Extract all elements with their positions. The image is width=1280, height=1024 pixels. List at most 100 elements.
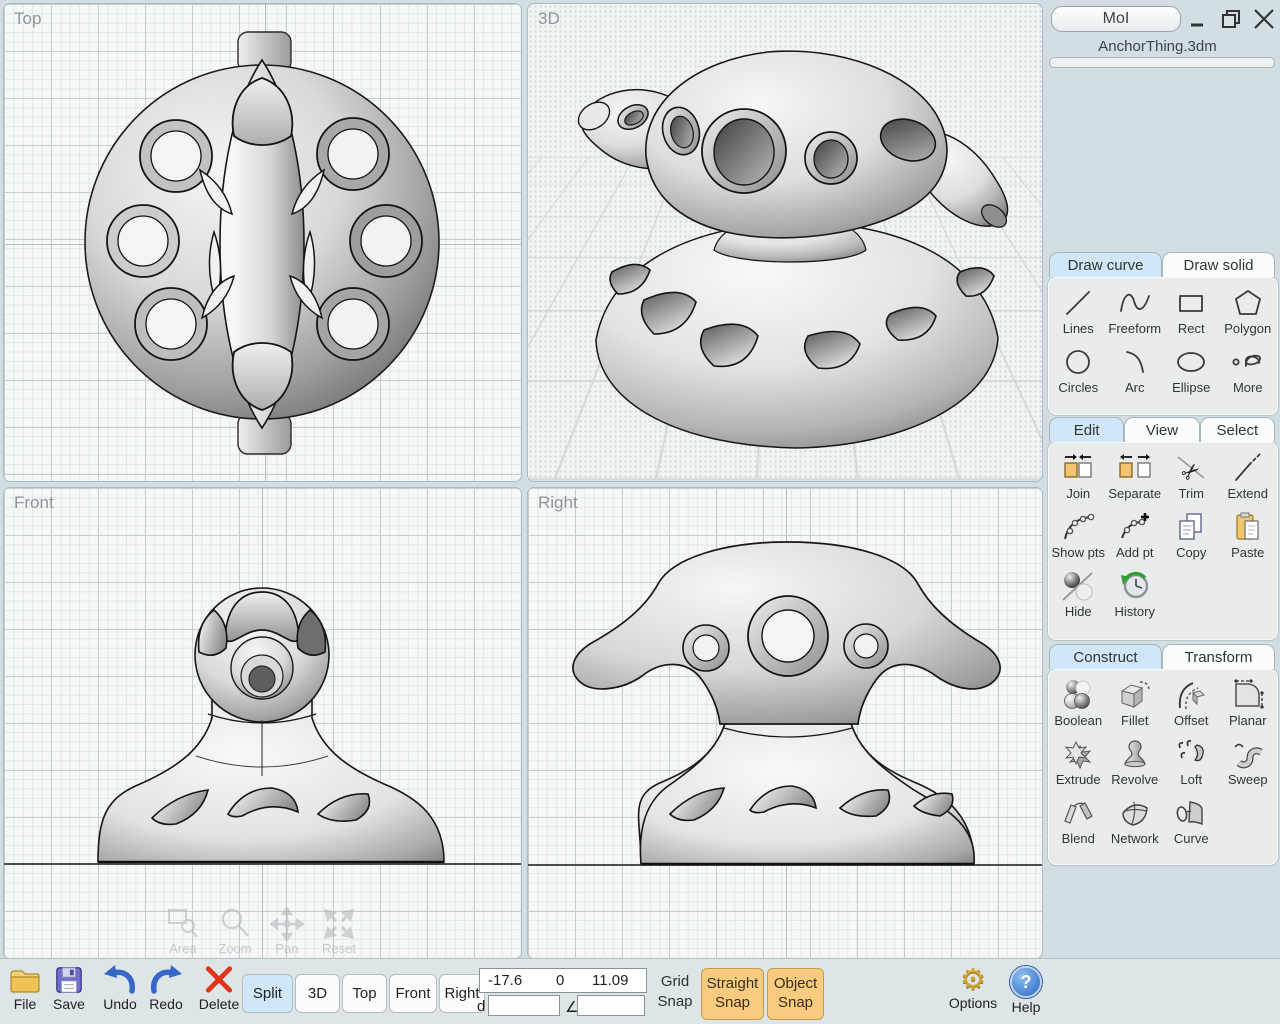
- minimize-button[interactable]: [1186, 7, 1210, 31]
- tool-rect[interactable]: Rect: [1163, 282, 1220, 341]
- save-button[interactable]: Save: [50, 965, 88, 1012]
- tool-label: Offset: [1174, 713, 1208, 728]
- app-menu-button[interactable]: MoI: [1051, 6, 1181, 32]
- hide-spheres-icon: [1061, 570, 1095, 602]
- tool-label: Fillet: [1121, 713, 1148, 728]
- progress-bar: [1049, 57, 1275, 68]
- tool-ellipse[interactable]: Ellipse: [1163, 341, 1220, 400]
- tool-more[interactable]: More: [1220, 341, 1277, 400]
- circles-icon: [1062, 346, 1094, 378]
- help-button[interactable]: ? Help: [1006, 966, 1046, 1015]
- view-button-3d[interactable]: 3D: [295, 974, 340, 1013]
- model-top-view[interactable]: [4, 4, 521, 481]
- viewport-top[interactable]: Top: [3, 3, 522, 482]
- view-button-split[interactable]: Split: [242, 974, 293, 1013]
- lines-icon: [1062, 287, 1094, 319]
- tool-copy[interactable]: Copy: [1163, 506, 1220, 565]
- tool-label: Hide: [1065, 604, 1092, 619]
- zoom-button[interactable]: Zoom: [216, 907, 254, 956]
- minimize-icon: [1188, 9, 1208, 29]
- tool-history[interactable]: History: [1107, 565, 1164, 624]
- view-button-front[interactable]: Front: [389, 974, 437, 1013]
- tool-trim[interactable]: ✂ Trim: [1163, 447, 1220, 506]
- tab-draw-solid[interactable]: Draw solid: [1162, 252, 1275, 277]
- delete-x-icon: [203, 964, 235, 995]
- tool-offset[interactable]: Offset: [1163, 674, 1220, 733]
- document-filename: AnchorThing.3dm: [1043, 38, 1272, 55]
- viewport-right[interactable]: Right: [527, 487, 1043, 959]
- distance-label: d: [477, 998, 485, 1015]
- tool-planar[interactable]: Planar: [1220, 674, 1277, 733]
- pan-button[interactable]: Pan: [268, 907, 306, 956]
- tab-transform[interactable]: Transform: [1162, 644, 1275, 669]
- coordinate-readout[interactable]: -17.6 0 11.09: [479, 968, 647, 993]
- tool-label: Planar: [1229, 713, 1267, 728]
- add-point-icon: [1118, 511, 1152, 543]
- reset-button[interactable]: Reset: [320, 907, 358, 956]
- viewport-3d[interactable]: 3D: [527, 3, 1043, 482]
- close-button[interactable]: [1252, 7, 1276, 31]
- tool-revolve[interactable]: Revolve: [1107, 733, 1164, 792]
- tool-extend[interactable]: Extend: [1220, 447, 1277, 506]
- straight-snap-toggle[interactable]: Straight Snap: [701, 968, 764, 1020]
- redo-button[interactable]: Redo: [144, 963, 188, 1012]
- delete-button[interactable]: Delete: [196, 964, 242, 1012]
- tab-draw-curve[interactable]: Draw curve: [1049, 252, 1162, 277]
- model-3d-view[interactable]: [528, 4, 1042, 481]
- distance-input[interactable]: [488, 995, 560, 1016]
- view-button-top[interactable]: Top: [342, 974, 387, 1013]
- tool-label: Join: [1066, 486, 1090, 501]
- tool-label: Lines: [1063, 321, 1094, 336]
- reset-arrows-icon: [322, 907, 356, 941]
- tool-curve[interactable]: Curve: [1163, 792, 1220, 851]
- model-right-view[interactable]: [528, 488, 1042, 958]
- tool-paste[interactable]: Paste: [1220, 506, 1277, 565]
- loft-icon: [1174, 738, 1208, 770]
- tool-show-pts[interactable]: Show pts: [1050, 506, 1107, 565]
- nav-label-area: Area: [169, 941, 196, 956]
- tab-construct[interactable]: Construct: [1049, 644, 1162, 669]
- tool-label: Ellipse: [1172, 380, 1210, 395]
- model-front-view[interactable]: [4, 488, 521, 958]
- planar-icon: [1231, 679, 1265, 711]
- tool-join[interactable]: Join: [1050, 447, 1107, 506]
- grid-snap-toggle[interactable]: Grid Snap: [652, 972, 698, 1011]
- tool-label: Curve: [1174, 831, 1209, 846]
- blend-icon: [1061, 797, 1095, 829]
- tool-label: Extend: [1228, 486, 1268, 501]
- tool-polygon[interactable]: Polygon: [1220, 282, 1277, 341]
- tool-circles[interactable]: Circles: [1050, 341, 1107, 400]
- tool-arc[interactable]: Arc: [1107, 341, 1164, 400]
- join-icon: [1061, 452, 1095, 484]
- object-snap-toggle[interactable]: Object Snap: [767, 968, 824, 1020]
- boolean-spheres-icon: [1061, 679, 1095, 711]
- viewport-label-front: Front: [14, 493, 54, 513]
- tool-hide[interactable]: Hide: [1050, 565, 1107, 624]
- options-button[interactable]: ⚙ Options: [944, 965, 1002, 1011]
- nav-label-zoom: Zoom: [218, 941, 251, 956]
- tab-edit[interactable]: Edit: [1049, 417, 1124, 442]
- angle-input[interactable]: [577, 995, 645, 1016]
- tool-sweep[interactable]: Sweep: [1220, 733, 1277, 792]
- tab-select[interactable]: Select: [1200, 417, 1275, 442]
- viewport-label-top: Top: [14, 9, 41, 29]
- area-zoom-button[interactable]: Area: [164, 907, 202, 956]
- tool-loft[interactable]: Loft: [1163, 733, 1220, 792]
- tool-fillet[interactable]: Fillet: [1107, 674, 1164, 733]
- viewport-label-3d: 3D: [538, 9, 560, 29]
- tool-extrude[interactable]: Extrude: [1050, 733, 1107, 792]
- viewport-front[interactable]: Front Area Zoom: [3, 487, 522, 959]
- restore-button[interactable]: [1219, 7, 1243, 31]
- tool-separate[interactable]: Separate: [1107, 447, 1164, 506]
- file-button[interactable]: File: [6, 965, 44, 1012]
- tool-add-pt[interactable]: Add pt: [1107, 506, 1164, 565]
- coord-z: 11.09: [592, 972, 628, 989]
- tool-network[interactable]: Network: [1107, 792, 1164, 851]
- extrude-star-icon: [1061, 738, 1095, 770]
- tool-blend[interactable]: Blend: [1050, 792, 1107, 851]
- tool-freeform[interactable]: Freeform: [1107, 282, 1164, 341]
- tool-lines[interactable]: Lines: [1050, 282, 1107, 341]
- tool-boolean[interactable]: Boolean: [1050, 674, 1107, 733]
- tab-view[interactable]: View: [1124, 417, 1199, 442]
- undo-button[interactable]: Undo: [98, 963, 142, 1012]
